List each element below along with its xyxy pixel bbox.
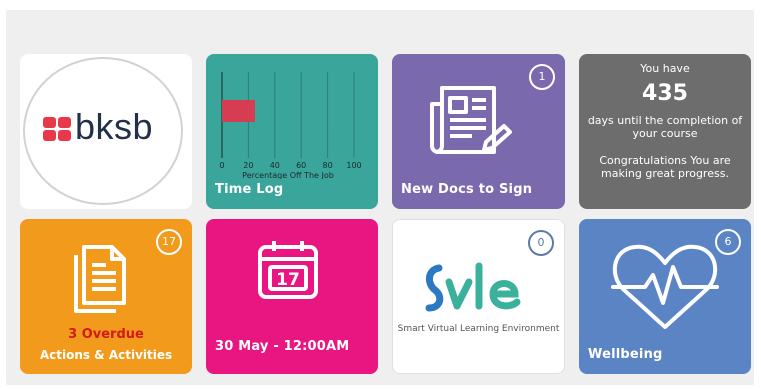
time-log-chart: 0 20 40 60 80 100 Percentage Off The Job — [219, 72, 362, 179]
actions-badge: 17 — [156, 229, 182, 255]
course-days-tile: You have 435 days until the completion o… — [579, 54, 751, 209]
heartbeat-icon — [611, 244, 719, 329]
actions-title: Actions & Activities — [39, 348, 173, 362]
x-tick-label: 80 — [323, 161, 333, 170]
new-docs-badge: 1 — [529, 64, 555, 90]
calendar-title: 30 May - 12:00AM — [215, 339, 350, 354]
vle-caption: Smart Virtual Learning Environment — [397, 324, 560, 334]
days-until-text: days until the completion of your course — [587, 114, 743, 140]
x-tick-label: 40 — [270, 161, 280, 170]
new-docs-tile[interactable]: 1 New Docs to Sign — [392, 54, 565, 209]
wellbeing-tile[interactable]: 6 Wellbeing — [579, 219, 751, 374]
overdue-count: 3 Overdue — [68, 327, 144, 342]
vle-badge: 0 — [528, 230, 554, 256]
bksb-logo-text: bksb — [75, 106, 154, 147]
x-tick-label: 100 — [346, 161, 361, 170]
bar — [222, 100, 255, 122]
actions-tile[interactable]: 17 3 Overdue Actions & Activities — [20, 219, 192, 374]
days-count: 435 — [642, 81, 688, 106]
x-tick-label: 60 — [296, 161, 306, 170]
newspaper-icon — [430, 86, 512, 154]
progress-message: Congratulations You are making great pro… — [599, 154, 731, 180]
calendar-icon: 17 — [258, 241, 318, 299]
bksb-logo-icon — [43, 117, 71, 141]
time-log-title: Time Log — [215, 182, 284, 197]
calendar-tile[interactable]: 17 30 May - 12:00AM — [206, 219, 378, 374]
time-log-tile[interactable]: 0 20 40 60 80 100 Percentage Off The Job Time … — [206, 54, 378, 209]
bksb-logo-tile[interactable]: bksb — [20, 54, 192, 209]
x-tick-label: 20 — [243, 161, 253, 170]
x-tick-label: 0 — [219, 161, 224, 170]
days-intro: You have — [640, 62, 690, 75]
svle-logo — [425, 262, 521, 312]
vle-tile[interactable]: 0 Smart Virtual Learning Environment — [392, 219, 565, 374]
course-days-text: You have 435 days until the completion o… — [579, 62, 751, 180]
calendar-day-number: 17 — [276, 270, 300, 290]
documents-icon — [74, 245, 126, 313]
x-axis-label: Percentage Off The Job — [242, 171, 334, 179]
wellbeing-title: Wellbeing — [588, 347, 663, 362]
new-docs-title: New Docs to Sign — [401, 182, 533, 197]
